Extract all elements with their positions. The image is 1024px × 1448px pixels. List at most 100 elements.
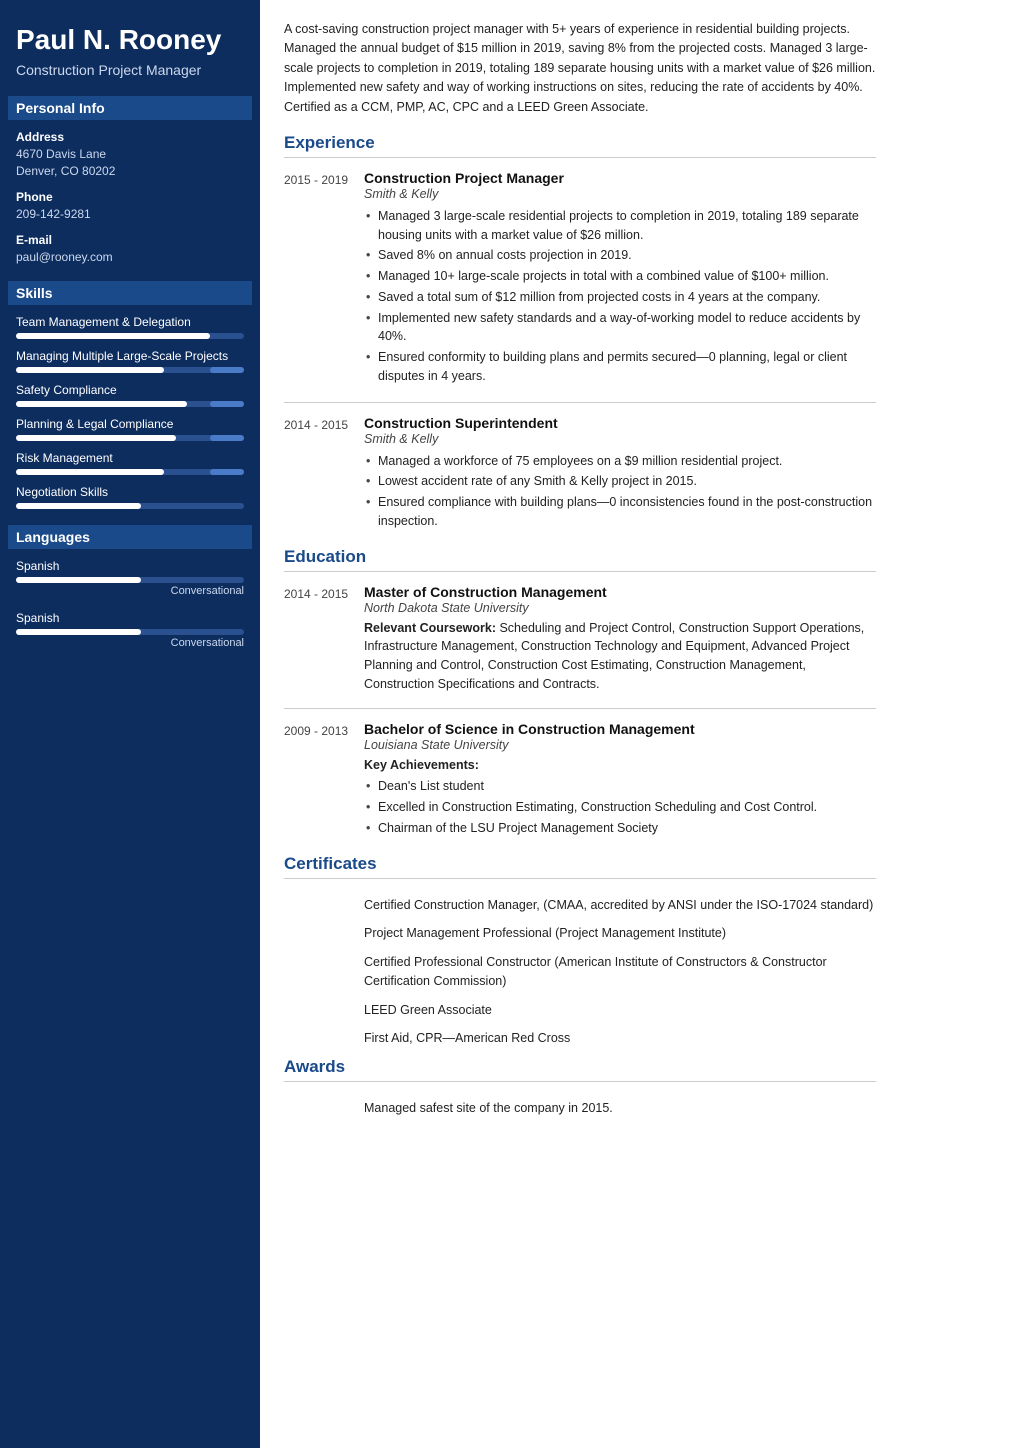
skill-item: Team Management & Delegation <box>16 315 244 339</box>
language-item: Spanish Conversational <box>16 611 244 649</box>
skill-item: Risk Management <box>16 451 244 475</box>
certificate-item: Certified Professional Constructor (Amer… <box>284 948 876 996</box>
exp-bullet: Ensured compliance with building plans—0… <box>364 493 876 531</box>
edu-bullet: Dean's List student <box>364 777 876 796</box>
exp-bullet: Managed 10+ large-scale projects in tota… <box>364 267 876 286</box>
education-item: 2009 - 2013 Bachelor of Science in Const… <box>284 721 876 840</box>
exp-content: Construction Superintendent Smith & Kell… <box>364 415 876 533</box>
experience-item: 2015 - 2019 Construction Project Manager… <box>284 170 876 388</box>
awards-heading: Awards <box>284 1057 876 1082</box>
main-content: A cost-saving construction project manag… <box>260 0 900 1448</box>
personal-info-heading: Personal Info <box>8 96 252 120</box>
exp-job-title: Construction Superintendent <box>364 415 876 431</box>
cert-text: LEED Green Associate <box>364 996 876 1025</box>
exp-bullet: Implemented new safety standards and a w… <box>364 309 876 347</box>
edu-degree: Bachelor of Science in Construction Mana… <box>364 721 876 737</box>
skill-bar <box>16 367 244 373</box>
lang-level: Conversational <box>16 637 244 649</box>
exp-bullet: Saved a total sum of $12 million from pr… <box>364 288 876 307</box>
exp-dates: 2015 - 2019 <box>284 170 364 388</box>
exp-bullets: Managed a workforce of 75 employees on a… <box>364 452 876 531</box>
skills-heading: Skills <box>8 281 252 305</box>
edu-bullet: Chairman of the LSU Project Management S… <box>364 819 876 838</box>
cert-text: Project Management Professional (Project… <box>364 919 876 948</box>
edu-dates: 2009 - 2013 <box>284 721 364 840</box>
skill-item: Negotiation Skills <box>16 485 244 509</box>
edu-content: Bachelor of Science in Construction Mana… <box>364 721 876 840</box>
lang-bar <box>16 629 244 635</box>
edu-details-bold: Relevant Coursework: <box>364 621 496 635</box>
cert-text: Certified Professional Constructor (Amer… <box>364 948 876 996</box>
phone-value: 209-142-9281 <box>16 206 244 223</box>
edu-bullets: Dean's List student Excelled in Construct… <box>364 777 876 837</box>
exp-bullet: Ensured conformity to building plans and… <box>364 348 876 386</box>
skill-bar <box>16 503 244 509</box>
skill-bar <box>16 469 244 475</box>
exp-content: Construction Project Manager Smith & Kel… <box>364 170 876 388</box>
lang-name: Spanish <box>16 611 244 625</box>
cert-text: First Aid, CPR—American Red Cross <box>364 1024 876 1053</box>
exp-bullet: Managed a workforce of 75 employees on a… <box>364 452 876 471</box>
certificate-item: Project Management Professional (Project… <box>284 919 876 948</box>
awards-list: Managed safest site of the company in 20… <box>284 1094 876 1123</box>
cert-text: Certified Construction Manager, (CMAA, a… <box>364 891 876 920</box>
certificates-heading: Certificates <box>284 854 876 879</box>
education-list: 2014 - 2015 Master of Construction Manag… <box>284 584 876 840</box>
edu-bullet: Excelled in Construction Estimating, Con… <box>364 798 876 817</box>
lang-name: Spanish <box>16 559 244 573</box>
edu-content: Master of Construction Management North … <box>364 584 876 694</box>
exp-company: Smith & Kelly <box>364 432 876 446</box>
skill-item: Planning & Legal Compliance <box>16 417 244 441</box>
certificate-item: LEED Green Associate <box>284 996 876 1025</box>
award-text: Managed safest site of the company in 20… <box>364 1094 876 1123</box>
experience-list: 2015 - 2019 Construction Project Manager… <box>284 170 876 533</box>
skill-name: Safety Compliance <box>16 383 244 397</box>
skill-name: Managing Multiple Large-Scale Projects <box>16 349 244 363</box>
exp-company: Smith & Kelly <box>364 187 876 201</box>
edu-school: North Dakota State University <box>364 601 876 615</box>
certificate-item: Certified Construction Manager, (CMAA, a… <box>284 891 876 920</box>
certificate-item: First Aid, CPR—American Red Cross <box>284 1024 876 1053</box>
skill-name: Risk Management <box>16 451 244 465</box>
lang-level: Conversational <box>16 585 244 597</box>
exp-job-title: Construction Project Manager <box>364 170 876 186</box>
summary-text: A cost-saving construction project manag… <box>284 20 876 117</box>
education-item: 2014 - 2015 Master of Construction Manag… <box>284 584 876 694</box>
education-heading: Education <box>284 547 876 572</box>
candidate-title: Construction Project Manager <box>16 62 244 78</box>
experience-item: 2014 - 2015 Construction Superintendent … <box>284 415 876 533</box>
languages-heading: Languages <box>8 525 252 549</box>
edu-details: Relevant Coursework: Scheduling and Proj… <box>364 619 876 694</box>
languages-list: Spanish Conversational Spanish Conversat… <box>16 559 244 649</box>
award-item: Managed safest site of the company in 20… <box>284 1094 876 1123</box>
certificates-list: Certified Construction Manager, (CMAA, a… <box>284 891 876 1054</box>
edu-school: Louisiana State University <box>364 738 876 752</box>
skill-bar <box>16 333 244 339</box>
exp-bullet: Lowest accident rate of any Smith & Kell… <box>364 472 876 491</box>
skill-name: Team Management & Delegation <box>16 315 244 329</box>
edu-details: Key Achievements: Dean's List student Exc… <box>364 756 876 838</box>
lang-bar <box>16 577 244 583</box>
skill-item: Managing Multiple Large-Scale Projects <box>16 349 244 373</box>
address-label: Address <box>16 130 244 144</box>
language-item: Spanish Conversational <box>16 559 244 597</box>
exp-bullets: Managed 3 large-scale residential projec… <box>364 207 876 386</box>
skill-name: Negotiation Skills <box>16 485 244 499</box>
address-value: 4670 Davis LaneDenver, CO 80202 <box>16 146 244 180</box>
experience-heading: Experience <box>284 133 876 158</box>
edu-degree: Master of Construction Management <box>364 584 876 600</box>
exp-bullet: Saved 8% on annual costs projection in 2… <box>364 246 876 265</box>
phone-label: Phone <box>16 190 244 204</box>
edu-dates: 2014 - 2015 <box>284 584 364 694</box>
skill-bar <box>16 401 244 407</box>
skill-item: Safety Compliance <box>16 383 244 407</box>
edu-details-bold: Key Achievements: <box>364 758 479 772</box>
email-value: paul@rooney.com <box>16 249 244 266</box>
skills-list: Team Management & Delegation Managing Mu… <box>16 315 244 509</box>
skill-bar <box>16 435 244 441</box>
candidate-name: Paul N. Rooney <box>16 24 244 56</box>
exp-dates: 2014 - 2015 <box>284 415 364 533</box>
sidebar: Paul N. Rooney Construction Project Mana… <box>0 0 260 1448</box>
email-label: E-mail <box>16 233 244 247</box>
skill-name: Planning & Legal Compliance <box>16 417 244 431</box>
